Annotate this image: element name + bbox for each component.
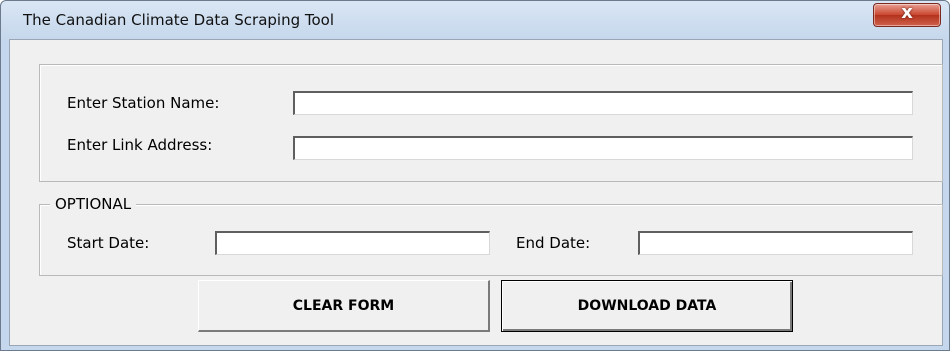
link-address-input[interactable] [293, 136, 913, 160]
station-name-label: Enter Station Name: [67, 94, 220, 112]
required-fields-frame [39, 64, 943, 182]
window-title: The Canadian Climate Data Scraping Tool [23, 11, 335, 29]
close-button[interactable]: x [873, 2, 941, 27]
clear-form-button[interactable]: CLEAR FORM [198, 280, 490, 332]
optional-legend: OPTIONAL [50, 195, 137, 213]
station-name-input[interactable] [293, 91, 913, 115]
end-date-input[interactable] [638, 231, 913, 255]
app-window: The Canadian Climate Data Scraping Tool … [0, 0, 950, 351]
start-date-input[interactable] [215, 231, 490, 255]
end-date-label: End Date: [516, 234, 591, 252]
form-client-area: Enter Station Name: Enter Link Address: … [9, 39, 943, 346]
start-date-label: Start Date: [67, 234, 150, 252]
title-bar[interactable]: The Canadian Climate Data Scraping Tool … [1, 1, 949, 37]
link-address-label: Enter Link Address: [67, 136, 213, 154]
close-icon: x [901, 2, 913, 23]
download-data-button[interactable]: DOWNLOAD DATA [501, 280, 793, 332]
